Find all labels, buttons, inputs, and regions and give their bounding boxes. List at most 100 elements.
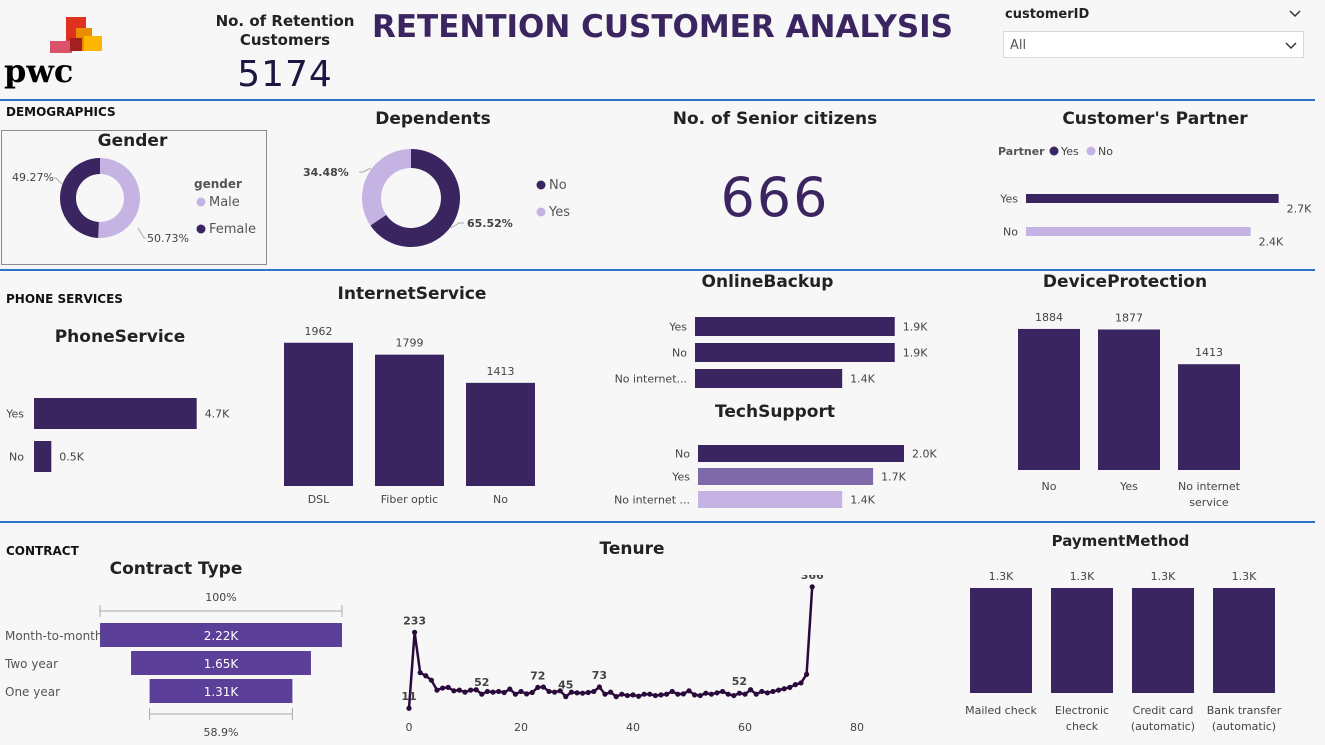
category-label: No <box>493 493 508 506</box>
legend-label-no: No <box>549 178 567 193</box>
data-label: 1.7K <box>881 471 906 484</box>
dependents-donut-chart[interactable]: 65.52% 34.48% No Yes <box>290 132 590 264</box>
category-label: Yes <box>668 321 687 334</box>
data-label: 11 <box>401 690 416 703</box>
bar-1 <box>698 468 874 485</box>
category-label: Yes <box>5 408 24 421</box>
leader-line <box>359 167 372 173</box>
partner-title: Customer's Partner <box>1062 109 1248 129</box>
bar-0 <box>695 317 895 336</box>
tenure-point <box>428 677 434 683</box>
category-label: check <box>1066 720 1099 733</box>
section-divider <box>0 521 1315 523</box>
chevron-down-icon <box>1284 38 1298 57</box>
gender-donut-chart[interactable]: 50.73% 49.27% gender Male Female <box>2 150 264 262</box>
payment-method-bar-chart[interactable]: 1.3K Mailed check 1.3K Electronic check 1.3K C… <box>955 560 1295 743</box>
tenure-line-chart[interactable]: 11 233 52 72 45 73 52 366 0 20 40 60 80 <box>385 575 870 740</box>
data-label: 1.65K <box>204 657 240 671</box>
data-label: 1.3K <box>1070 570 1095 583</box>
data-label: 0.5K <box>59 451 84 464</box>
tenure-point <box>540 684 546 690</box>
logo-text: pwc <box>4 52 74 90</box>
tenure-point <box>770 688 776 695</box>
tenure-point <box>630 692 636 698</box>
internet-title: InternetService <box>337 284 487 304</box>
tenure-point <box>445 684 451 690</box>
tenure-point <box>798 680 804 686</box>
category-label: No <box>672 347 687 360</box>
legend-marker <box>536 180 546 190</box>
device-protection-bar-chart[interactable]: 1884 No 1877 Yes 1413 No internet service <box>1000 300 1270 515</box>
online-backup-bar-chart[interactable]: Yes 1.9K No 1.9K No internet... 1.4K <box>600 310 960 395</box>
kpi-value: 5174 <box>237 54 333 95</box>
tenure-point <box>703 690 709 696</box>
data-label: 1877 <box>1115 311 1143 324</box>
internet-service-bar-chart[interactable]: 1962 DSL 1799 Fiber optic 1413 No <box>270 310 560 515</box>
legend-marker <box>1086 146 1096 156</box>
dependents-title: Dependents <box>375 109 491 129</box>
category-label: (automatic) <box>1131 720 1195 733</box>
section-demographics: DEMOGRAPHICS <box>6 105 116 119</box>
tenure-point <box>725 691 731 697</box>
x-tick-label: 40 <box>626 721 640 734</box>
tenure-point <box>524 691 530 697</box>
section-phone-services: PHONE SERVICES <box>6 292 123 306</box>
tenure-point <box>613 694 619 700</box>
tenure-point <box>748 687 754 693</box>
legend-marker <box>536 207 546 217</box>
senior-title: No. of Senior citizens <box>672 109 878 129</box>
data-label: 2.4K <box>1259 236 1284 249</box>
partner-bar-chart[interactable]: Partner Yes No Yes 2.7K No 2.4K <box>990 138 1320 250</box>
payment-title: PaymentMethod <box>1051 532 1190 550</box>
category-label: No <box>1042 480 1057 493</box>
customer-id-dropdown[interactable]: All <box>1003 31 1304 58</box>
tenure-point <box>468 687 474 693</box>
backup-title: OnlineBackup <box>701 272 834 292</box>
tenure-point <box>608 689 614 695</box>
tenure-point <box>714 690 720 696</box>
category-label: service <box>1189 496 1229 509</box>
data-label: 366 <box>801 575 824 582</box>
tenure-point <box>456 687 462 693</box>
legend-marker <box>196 224 206 234</box>
data-label: 1.4K <box>850 494 875 507</box>
tenure-point <box>753 691 759 697</box>
donut-slice-yes <box>362 149 411 226</box>
category-label: No <box>675 448 690 461</box>
tenure-point <box>535 684 541 690</box>
funnel-bottom-label: 58.9% <box>204 726 239 739</box>
category-label: No <box>1003 226 1018 239</box>
slicer-collapse-icon[interactable] <box>1288 6 1302 20</box>
phone-service-bar-chart[interactable]: Yes 4.7K No 0.5K <box>0 390 260 480</box>
tenure-point <box>736 690 742 696</box>
category-label: Yes <box>671 471 690 484</box>
data-label: 1962 <box>305 325 333 338</box>
data-label: 1413 <box>487 365 515 378</box>
pwc-logo: pwc <box>4 14 104 94</box>
category-label: No internet <box>1178 480 1241 493</box>
legend-label-no: No <box>1098 145 1113 158</box>
data-label: 1.4K <box>850 373 875 386</box>
category-label: Fiber optic <box>381 493 438 506</box>
tenure-point <box>563 694 569 700</box>
category-label: Mailed check <box>965 704 1037 717</box>
tenure-point <box>507 686 513 692</box>
x-tick-label: 0 <box>406 721 413 734</box>
tech-support-bar-chart[interactable]: No 2.0K Yes 1.7K No internet ... 1.4K <box>600 437 960 517</box>
tenure-point <box>804 671 810 677</box>
data-label: 2.7K <box>1287 203 1312 216</box>
category-label: No internet ... <box>614 494 690 507</box>
dashboard: pwc No. of Retention Customers 5174 RETE… <box>0 0 1325 745</box>
tenure-point <box>686 688 692 694</box>
leader-line <box>137 227 146 239</box>
x-tick-label: 20 <box>514 721 528 734</box>
phone-title: PhoneService <box>54 327 186 347</box>
tenure-point <box>669 688 675 695</box>
bar-2 <box>695 369 843 388</box>
tenure-point <box>692 692 698 698</box>
data-label: 1.3K <box>1151 570 1176 583</box>
tenure-point <box>647 691 653 697</box>
tenure-point <box>580 690 586 696</box>
bar-1 <box>34 441 52 472</box>
contract-funnel-chart[interactable]: 100% 2.22K Month-to-month 1.65K Two year 1.31… <box>0 585 360 743</box>
